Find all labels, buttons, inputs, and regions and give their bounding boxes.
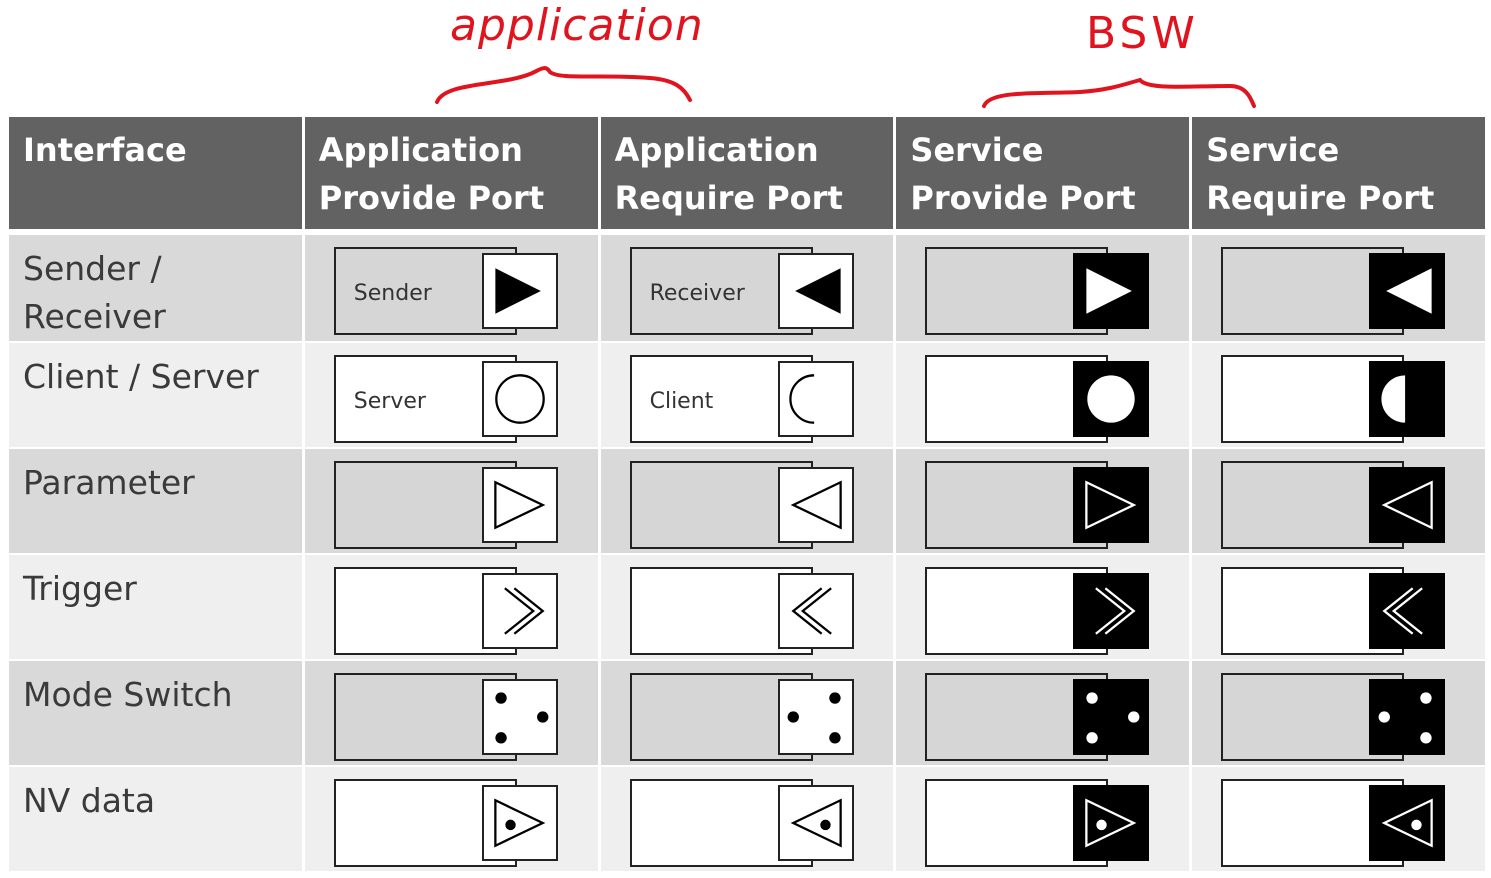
parameter-svc-require-icon	[1369, 467, 1446, 543]
svc-provide-cell	[896, 449, 1190, 555]
mode-switch-app-require-icon	[777, 679, 854, 755]
svc-require-cell	[1192, 767, 1485, 873]
trigger-app-require-icon	[777, 573, 854, 649]
sender-receiver-app-require-icon	[777, 253, 854, 329]
parameter-svc-provide-icon	[1073, 467, 1150, 543]
trigger-app-provide-icon	[481, 573, 558, 649]
interface-name-line: Client / Server	[23, 357, 259, 396]
mode-switch-app-provide-icon	[481, 679, 558, 755]
interface-name: Client / Server	[9, 343, 302, 449]
svc-require-cell	[1192, 449, 1485, 555]
header-svc-provide: Service Provide Port	[896, 117, 1190, 235]
app-require-cell	[600, 767, 894, 873]
app-require-cell: Receiver	[600, 235, 894, 343]
interface-name: Mode Switch	[9, 661, 302, 767]
nv-data-svc-require-icon	[1369, 785, 1446, 861]
header-app-provide: Application Provide Port	[304, 117, 598, 235]
table-row: Sender / Receiver Sender Receiver	[9, 235, 1485, 343]
interface-name-line: NV data	[23, 781, 156, 820]
app-provide-port-label: Server	[353, 389, 426, 414]
application-brace	[435, 66, 692, 104]
app-require-cell	[600, 555, 894, 661]
table-row: Client / Server Server Client	[9, 343, 1485, 449]
svc-provide-cell	[896, 555, 1190, 661]
interface-name-line: Parameter	[23, 463, 195, 502]
client-server-svc-provide-icon	[1073, 361, 1150, 437]
client-server-app-provide-icon	[481, 361, 558, 437]
app-provide-cell	[304, 661, 598, 767]
svc-provide-cell	[896, 235, 1190, 343]
table-header-row: Interface Application Provide Port Applic…	[9, 117, 1485, 235]
trigger-svc-require-icon	[1369, 573, 1446, 649]
client-server-svc-require-icon	[1369, 361, 1446, 437]
interface-name: NV data	[9, 767, 302, 873]
app-require-cell	[600, 661, 894, 767]
sender-receiver-svc-provide-icon	[1073, 253, 1150, 329]
sender-receiver-app-provide-icon	[481, 253, 558, 329]
bsw-brace	[982, 77, 1256, 108]
svc-require-cell	[1192, 661, 1485, 767]
table-row: NV data	[9, 767, 1485, 873]
sender-receiver-svc-require-icon	[1369, 253, 1446, 329]
mode-switch-svc-require-icon	[1369, 679, 1446, 755]
parameter-app-require-icon	[777, 467, 854, 543]
interface-name-line: Receiver	[23, 297, 166, 336]
header-app-require: Application Require Port	[600, 117, 894, 235]
svc-provide-cell	[896, 343, 1190, 449]
port-interface-table: Interface Application Provide Port Applic…	[6, 117, 1488, 873]
app-require-port-label: Receiver	[649, 281, 745, 306]
header-interface: Interface	[9, 117, 302, 235]
interface-name: Parameter	[9, 449, 302, 555]
nv-data-app-provide-icon	[481, 785, 558, 861]
app-provide-cell	[304, 449, 598, 555]
interface-name: Sender / Receiver	[9, 235, 302, 343]
table-row: Trigger	[9, 555, 1485, 661]
app-provide-cell	[304, 767, 598, 873]
header-svc-require: Service Require Port	[1192, 117, 1485, 235]
table-row: Mode Switch	[9, 661, 1485, 767]
interface-name-line: Sender /	[23, 249, 162, 288]
svc-provide-cell	[896, 661, 1190, 767]
parameter-app-provide-icon	[481, 467, 558, 543]
trigger-svc-provide-icon	[1073, 573, 1150, 649]
app-require-cell	[600, 449, 894, 555]
annotation-braces	[435, 66, 1256, 108]
interface-name: Trigger	[9, 555, 302, 661]
client-server-app-require-icon	[777, 361, 854, 437]
nv-data-svc-provide-icon	[1073, 785, 1150, 861]
nv-data-app-require-icon	[777, 785, 854, 861]
app-provide-cell	[304, 555, 598, 661]
app-provide-cell: Sender	[304, 235, 598, 343]
interface-name-line: Trigger	[23, 569, 137, 608]
interface-name-line: Mode Switch	[23, 675, 233, 714]
svc-require-cell	[1192, 343, 1485, 449]
svc-require-cell	[1192, 235, 1485, 343]
mode-switch-svc-provide-icon	[1073, 679, 1150, 755]
svc-provide-cell	[896, 767, 1190, 873]
svc-require-cell	[1192, 555, 1485, 661]
app-provide-port-label: Sender	[353, 281, 432, 306]
app-require-port-label: Client	[649, 389, 714, 414]
table-row: Parameter	[9, 449, 1485, 555]
app-require-cell: Client	[600, 343, 894, 449]
app-provide-cell: Server	[304, 343, 598, 449]
